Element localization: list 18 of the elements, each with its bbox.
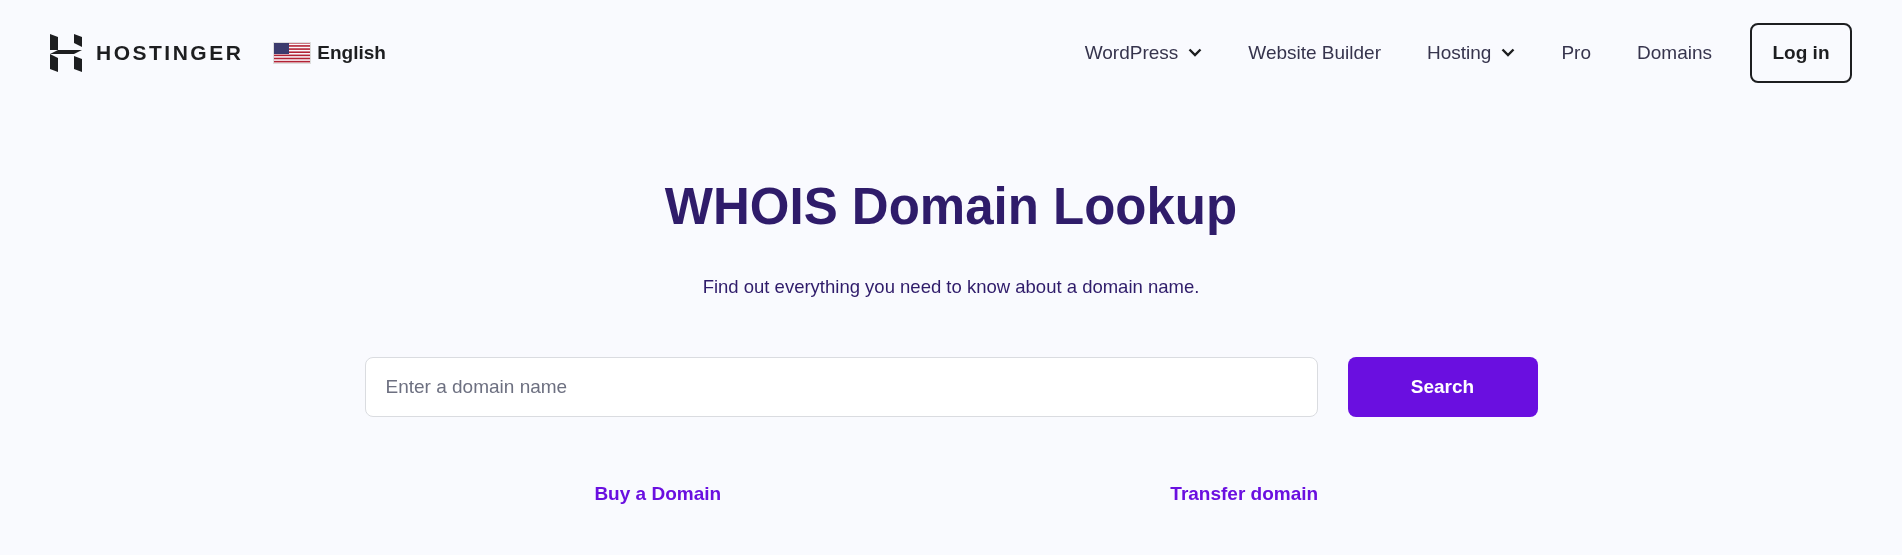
nav-link[interactable]: Pro bbox=[1561, 41, 1591, 64]
chevron-down-icon bbox=[1501, 48, 1516, 57]
page-subtitle: Find out everything you need to know about a domain name. bbox=[702, 276, 1200, 298]
login-button[interactable]: Log in bbox=[1750, 22, 1852, 83]
domain-link[interactable]: Buy a Domain bbox=[594, 483, 722, 505]
search-button[interactable]: Search bbox=[1347, 357, 1538, 417]
nav-link[interactable]: Domains bbox=[1637, 41, 1712, 64]
page-title: WHOIS Domain Lookup bbox=[664, 177, 1238, 236]
nav-link[interactable]: Website Builder bbox=[1248, 41, 1381, 64]
domain-search-field[interactable]: Enter a domain name bbox=[364, 357, 1318, 417]
nav-link[interactable]: Hosting bbox=[1427, 41, 1516, 64]
chevron-down-icon bbox=[1188, 48, 1203, 57]
language-selector[interactable]: English bbox=[273, 41, 386, 64]
logo-icon bbox=[50, 33, 82, 72]
flag-icon bbox=[273, 41, 312, 64]
nav-link[interactable]: WordPress bbox=[1084, 41, 1203, 64]
brand-name: HOSTINGER bbox=[96, 40, 244, 65]
domain-link[interactable]: Transfer domain bbox=[1170, 483, 1319, 505]
